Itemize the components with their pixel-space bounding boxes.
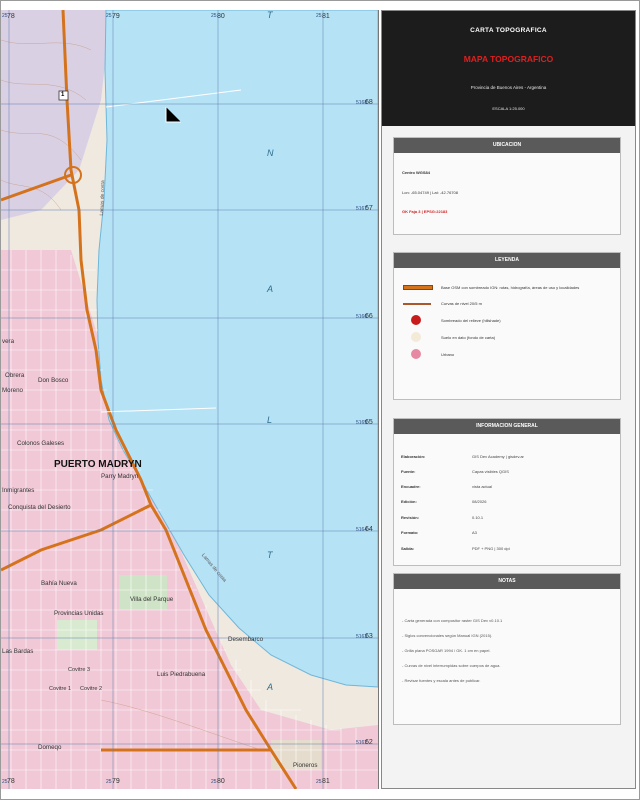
grid-label-right-62: 62 (365, 739, 373, 746)
info-value: 0.10.1 (472, 515, 484, 520)
place-label: Villa del Parque (130, 596, 174, 603)
grid-prefix-top-79: 25 (106, 13, 112, 19)
legend-header: LEYENDA (394, 253, 620, 268)
location-header: UBICACION (394, 138, 620, 153)
notes-header: NOTAS (394, 574, 620, 589)
info-key: Encuadre: (401, 484, 421, 489)
map-panel: CARTA TOPOGRAFICA MAPA TOPOGRAFICO Provi… (381, 10, 636, 789)
location-crs: GK Faja 3 | EPSG:22183 (402, 209, 448, 214)
info-header: INFORMACION GENERAL (394, 419, 620, 434)
info-box: INFORMACION GENERAL Elaboración: GIS Dev… (393, 418, 621, 566)
place-label: Covitre 2 (80, 686, 103, 692)
legend-road-symbol (403, 285, 433, 290)
sea-label-letter: A (267, 682, 274, 692)
info-value: PDF + PNG | 300 dpi (472, 546, 510, 551)
grid-label-right-64: 64 (365, 526, 373, 533)
legend-hillshade-symbol (411, 315, 421, 325)
note-item: - Grilla plana POSGAR 1994 / GK. 1 cm en… (402, 648, 491, 653)
legend-item-label: Sombreado del relieve (hillshade) (441, 318, 501, 323)
grid-label-bottom-80: 80 (217, 778, 225, 785)
place-label: Conquista del Desierto (8, 504, 71, 511)
legend-item-label: Suelo en dato (fondo de carta) (441, 335, 496, 340)
info-key: Formato: (401, 530, 419, 535)
place-label: Las Bardas (2, 648, 34, 655)
grid-label-bottom-78: 78 (7, 778, 15, 785)
grid-label-right-66: 66 (365, 313, 373, 320)
location-coords: Lon: -65.04749 | Lat: -42.76708 (402, 190, 458, 195)
scale-label: ESCALA 1:25.000 (492, 106, 525, 111)
info-key: Revisión: (401, 515, 420, 520)
legend-ground-symbol (411, 332, 421, 342)
location-center: Centro WGS84 (402, 170, 431, 175)
info-value: vista actual (472, 484, 493, 489)
grid-label-right-65: 65 (365, 419, 373, 426)
park (119, 575, 167, 610)
grid-prefix-bottom-79: 25 (106, 779, 112, 785)
place-label: Obrera (5, 372, 25, 379)
grid-label-right-67: 67 (365, 205, 373, 212)
city-label: PUERTO MADRYN (54, 459, 142, 470)
route-marker-label: 1 (61, 92, 65, 98)
title-header: CARTA TOPOGRAFICA (470, 27, 547, 34)
grid-label-top-80: 80 (217, 13, 225, 20)
legend-contour-symbol (403, 303, 431, 305)
place-label: Moreno (2, 387, 23, 394)
place-label: Inmigrantes (2, 487, 35, 494)
place-label: Bahía Nueva (41, 580, 77, 587)
place-label: Colonos Galeses (17, 440, 65, 447)
place-label: Provincias Unidas (54, 610, 104, 617)
legend-box: LEYENDA Base OSM con sombreado IGN: ruta… (393, 252, 621, 400)
sea-label-letter: T (267, 10, 273, 20)
grid-label-right-63: 63 (365, 633, 373, 640)
place-label: Luis Piedrabuena (157, 671, 206, 678)
place-label: Parry Madryn (101, 473, 139, 480)
grid-prefix-bottom-80: 25 (211, 779, 217, 785)
grid-label-top-79: 79 (112, 13, 120, 20)
legend-urban-symbol (411, 349, 421, 359)
grid-label-bottom-81: 81 (322, 778, 330, 785)
info-value: Capas visibles QGIS (472, 469, 509, 474)
legend-item-label: Base OSM con sombreado IGN: rutas, hidro… (441, 285, 580, 290)
note-item: - Curvas de nivel interrumpidas sobre cu… (402, 663, 501, 668)
place-label: Covitre 1 (49, 686, 72, 692)
sea-label-letter: L (267, 415, 273, 425)
info-value: 08/2026 (472, 499, 487, 504)
title-block: CARTA TOPOGRAFICA MAPA TOPOGRAFICO Provi… (382, 11, 635, 126)
sea-label-letter: A (267, 284, 274, 294)
map-view[interactable]: 1 25 78 25 79 25 80 25 81 25 78 25 79 25… (1, 10, 379, 789)
park (57, 620, 97, 650)
legend-item-label: Urbano (441, 352, 455, 357)
place-label: Domeqo (38, 744, 62, 751)
title-main: MAPA TOPOGRAFICO (463, 54, 554, 64)
info-key: Elaboración: (401, 454, 426, 459)
note-item: - Revisar fuentes y escala antes de publ… (402, 678, 481, 683)
place-label: vera (2, 338, 15, 345)
sea-label-letter: T (267, 550, 273, 560)
grid-label-right-68: 68 (365, 99, 373, 106)
place-label: Don Bosco (38, 377, 69, 384)
info-key: Edición: (401, 499, 417, 504)
place-label: Pioneros (293, 762, 318, 769)
grid-label-bottom-79: 79 (112, 778, 120, 785)
note-item: - Siglos convencionales según Manual IGN… (402, 633, 493, 638)
place-label: Covitre 3 (68, 667, 91, 673)
info-value: A3 (472, 530, 477, 535)
location-box: UBICACION Centro WGS84 Lon: -65.04749 | … (393, 137, 621, 235)
grid-label-top-78: 78 (7, 13, 15, 20)
notes-box: NOTAS - Carta generada con compositor ra… (393, 573, 621, 725)
legend-item-label: Curvas de nivel 20/5 m (441, 301, 482, 306)
info-key: Fuente: (401, 469, 416, 474)
info-value: GIS Dev Academy | gisdev.ar (472, 454, 524, 459)
sea-label-letter: N (267, 148, 274, 158)
info-key: Salida: (401, 546, 415, 551)
grid-prefix-bottom-81: 25 (316, 779, 322, 785)
grid-prefix-top-81: 25 (316, 13, 322, 19)
coast-label: Lamas de costa (99, 180, 107, 216)
grid-prefix-top-80: 25 (211, 13, 217, 19)
title-subtitle: Provincia de Buenos Aires - Argentina (470, 85, 547, 90)
grid-label-top-81: 81 (322, 13, 330, 20)
place-label: Desembarco (228, 636, 264, 643)
note-item: - Carta generada con compositor raster G… (402, 618, 503, 623)
